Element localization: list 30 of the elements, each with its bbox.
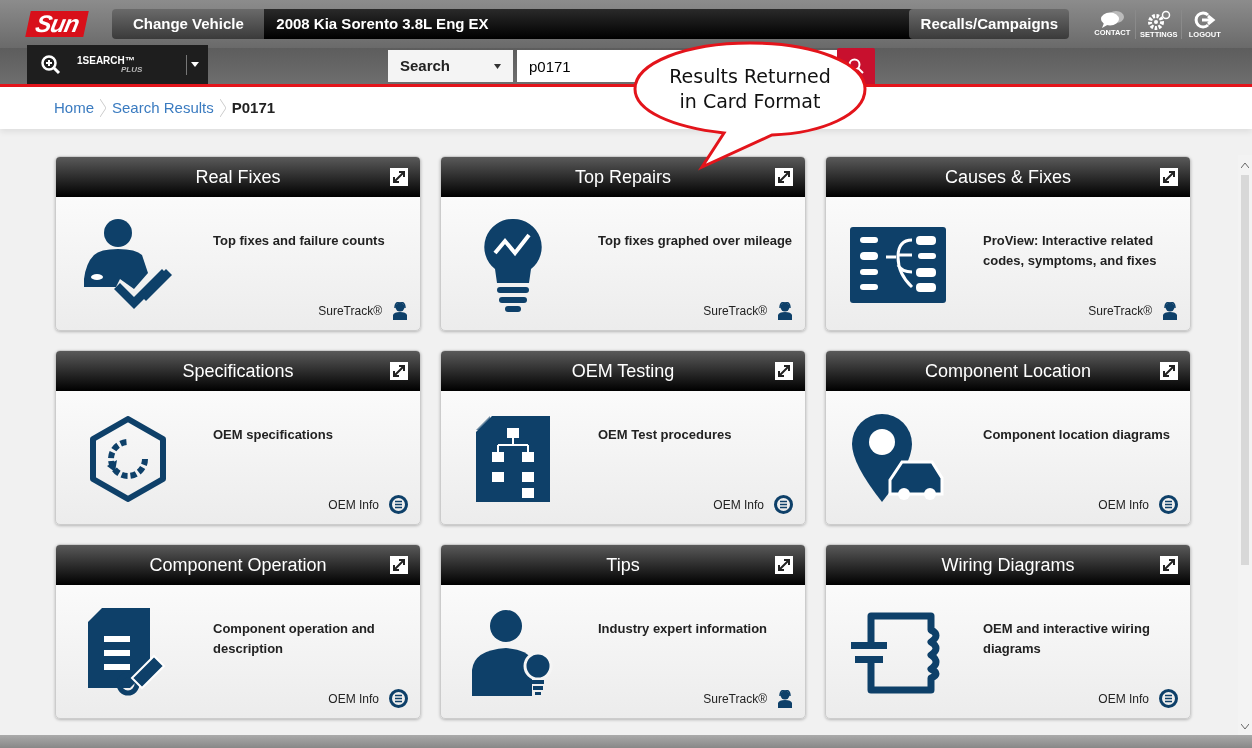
card-title: Causes & Fixes — [944, 165, 1071, 189]
card-title: Wiring Diagrams — [941, 553, 1075, 577]
card-description: Industry expert information — [598, 620, 769, 638]
source-label: OEM Info — [713, 496, 764, 514]
logo: Sun — [25, 11, 90, 37]
source-label: SureTrack® — [318, 303, 382, 320]
card-description: OEM Test procedures — [598, 426, 733, 444]
card-title: Top Repairs — [574, 165, 671, 189]
card-description: Top fixes graphed over mileage — [598, 232, 793, 250]
card-title: OEM Testing — [571, 359, 675, 383]
source-label: OEM Info — [1098, 496, 1149, 514]
card-title: Tips — [606, 553, 640, 577]
card-description: ProView: Interactive related codes, symptoms, and fixes — [983, 232, 1158, 270]
source-label: OEM Info — [1098, 690, 1149, 708]
card-description: Top fixes and failure counts — [213, 232, 386, 250]
card-description: Component location diagrams — [983, 426, 1172, 444]
card-description: Component operation and description — [213, 620, 376, 658]
card-description: OEM and interactive wiring diagrams — [983, 620, 1151, 658]
source-label: OEM Info — [328, 690, 379, 708]
source-label: SureTrack® — [1088, 303, 1152, 320]
source-label: SureTrack® — [703, 303, 767, 320]
card-title: Real Fixes — [195, 165, 281, 189]
breadcrumb-current: P0171 — [231, 97, 276, 118]
card-title: Component Location — [924, 359, 1092, 383]
card-title: Component Operation — [149, 553, 327, 577]
card-title: Specifications — [182, 359, 294, 383]
source-label: OEM Info — [328, 496, 379, 514]
source-label: SureTrack® — [703, 691, 767, 708]
card-description: OEM specifications — [213, 426, 334, 444]
callout-text: Results Returned in Card Format — [668, 64, 832, 114]
